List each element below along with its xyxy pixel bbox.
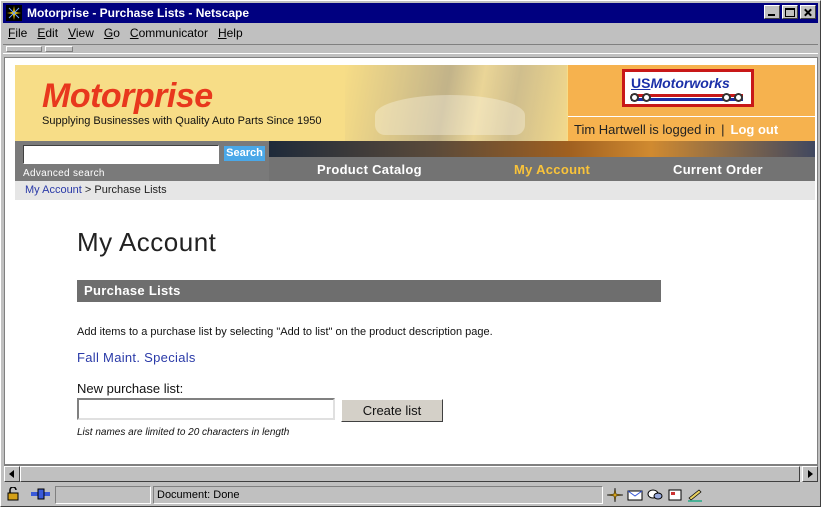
connection-icon bbox=[31, 488, 51, 500]
component-bar bbox=[605, 486, 810, 504]
status-bar: Document: Done bbox=[3, 485, 820, 505]
search-area: Search Advanced search bbox=[15, 141, 269, 181]
logo-us: US bbox=[631, 75, 651, 91]
netscape-app-icon bbox=[6, 5, 22, 21]
menu-communicator[interactable]: Communicator bbox=[125, 26, 213, 40]
browser-window: Motorprise - Purchase Lists - Netscape F… bbox=[0, 0, 821, 507]
site-header: Motorprise Supplying Businesses with Qua… bbox=[15, 65, 815, 141]
logout-link[interactable]: Log out bbox=[731, 122, 779, 137]
advanced-search-link[interactable]: Advanced search bbox=[23, 168, 105, 179]
scroll-thumb[interactable] bbox=[20, 466, 800, 482]
breadcrumb: My Account > Purchase Lists bbox=[15, 181, 815, 200]
horizontal-scrollbar[interactable] bbox=[4, 465, 818, 482]
personal-toolbar-handle[interactable] bbox=[45, 46, 73, 52]
close-button[interactable] bbox=[800, 5, 816, 19]
status-text-area: Document: Done bbox=[153, 486, 603, 504]
create-list-button[interactable]: Create list bbox=[341, 399, 443, 422]
user-status-text: Tim Hartwell is logged in bbox=[574, 121, 716, 137]
maximize-button[interactable] bbox=[782, 5, 798, 19]
customer-brand-panel: USMotorworks Tim Hartwell is logged in |… bbox=[568, 65, 815, 141]
composer-icon[interactable] bbox=[667, 488, 683, 502]
menu-view[interactable]: View bbox=[63, 26, 99, 40]
navigator-icon[interactable] bbox=[607, 488, 623, 502]
mail-icon[interactable] bbox=[627, 488, 643, 502]
status-text: Document: Done bbox=[157, 489, 240, 501]
security-indicators bbox=[3, 486, 53, 504]
site-logo[interactable]: Motorprise bbox=[42, 77, 213, 116]
progress-area bbox=[55, 486, 151, 504]
main-nav: Product Catalog My Account Current Order bbox=[269, 157, 815, 181]
menu-edit[interactable]: Edit bbox=[32, 26, 63, 40]
new-list-label: New purchase list: bbox=[77, 381, 184, 396]
nav-current-order[interactable]: Current Order bbox=[673, 162, 763, 177]
search-button[interactable]: Search bbox=[224, 146, 265, 161]
breadcrumb-separator: > bbox=[84, 184, 92, 196]
nav-my-account[interactable]: My Account bbox=[514, 162, 590, 177]
title-bar: Motorprise - Purchase Lists - Netscape bbox=[3, 3, 818, 23]
discussion-icon[interactable] bbox=[647, 488, 663, 502]
menu-help[interactable]: Help bbox=[213, 26, 248, 40]
menu-go[interactable]: Go bbox=[99, 26, 125, 40]
breadcrumb-my-account[interactable]: My Account bbox=[25, 184, 82, 196]
menu-bar: File Edit View Go Communicator Help bbox=[3, 24, 248, 42]
nav-banner-image bbox=[269, 141, 815, 157]
usmotorworks-logo: USMotorworks bbox=[622, 69, 754, 107]
nav-product-catalog[interactable]: Product Catalog bbox=[317, 162, 422, 177]
car-banner-image bbox=[345, 65, 567, 141]
scroll-right-button[interactable] bbox=[802, 466, 818, 482]
search-input[interactable] bbox=[23, 145, 219, 164]
menu-file[interactable]: File bbox=[3, 26, 32, 40]
page-viewport: Motorprise Supplying Businesses with Qua… bbox=[4, 57, 818, 465]
minimize-button[interactable] bbox=[764, 5, 780, 19]
section-header: Purchase Lists bbox=[77, 280, 661, 302]
site-tagline: Supplying Businesses with Quality Auto P… bbox=[42, 115, 322, 127]
login-status: Tim Hartwell is logged in | Log out bbox=[568, 116, 815, 141]
login-separator: | bbox=[721, 121, 725, 137]
logo-motorworks: Motorworks bbox=[650, 75, 730, 91]
breadcrumb-current: Purchase Lists bbox=[94, 184, 167, 196]
page-title: My Account bbox=[77, 227, 217, 257]
list-name-note: List names are limited to 20 characters … bbox=[77, 427, 290, 438]
scroll-left-button[interactable] bbox=[4, 466, 20, 482]
address-book-icon[interactable] bbox=[687, 488, 703, 502]
instructions-text: Add items to a purchase list by selectin… bbox=[77, 326, 493, 338]
purchase-list-link[interactable]: Fall Maint. Specials bbox=[77, 350, 196, 365]
new-list-input[interactable] bbox=[77, 398, 335, 420]
lock-icon[interactable] bbox=[5, 487, 21, 501]
window-title: Motorprise - Purchase Lists - Netscape bbox=[27, 6, 250, 20]
collapsed-toolbars bbox=[3, 44, 818, 220]
location-toolbar-handle[interactable] bbox=[6, 46, 42, 52]
